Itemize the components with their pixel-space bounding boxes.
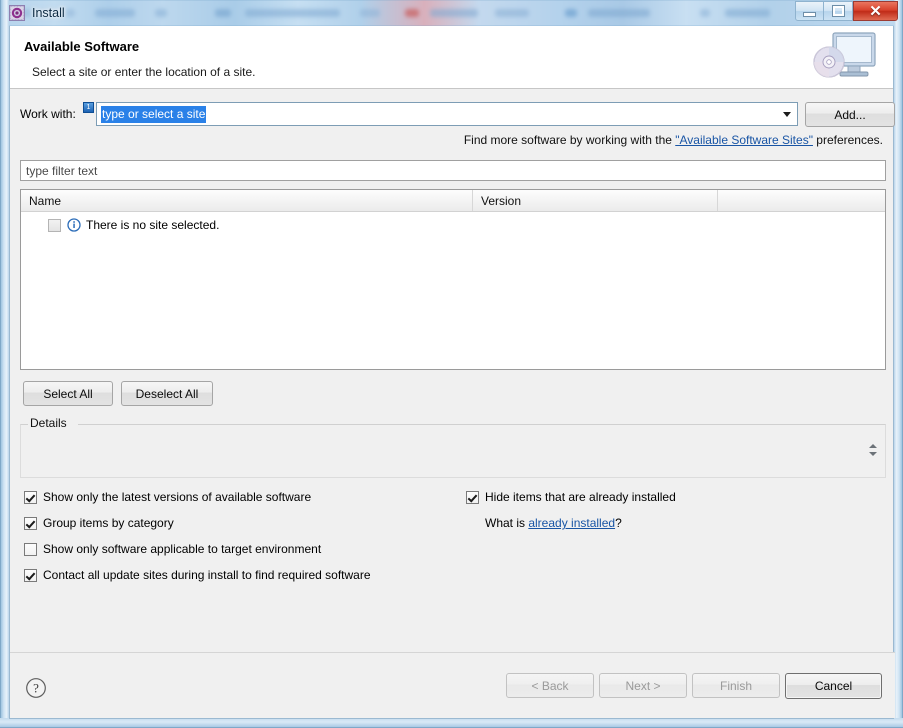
close-icon: ✕: [869, 2, 882, 20]
dialog-client-area: Available Software Select a site or ente…: [9, 26, 895, 719]
window-title: Install: [32, 6, 65, 20]
finish-button: Finish: [692, 673, 780, 698]
checkbox-contact-all-sites[interactable]: [24, 569, 37, 582]
back-button: < Back: [506, 673, 594, 698]
cancel-button[interactable]: Cancel: [785, 673, 882, 699]
next-button: Next >: [599, 673, 687, 698]
find-more-software-text: Find more software by working with the "…: [464, 133, 883, 147]
minimize-icon: [803, 11, 816, 17]
wizard-body: Work with: 1 type or select a site Add..…: [10, 89, 895, 718]
spinner-up-icon[interactable]: [868, 444, 877, 448]
svg-text:?: ?: [33, 681, 39, 696]
option-target-environment[interactable]: Show only software applicable to target …: [24, 542, 321, 556]
whatis-prefix: What is: [485, 516, 529, 530]
table-header: Name Version: [21, 190, 885, 212]
column-header-extra[interactable]: [718, 190, 885, 211]
table-row[interactable]: There is no site selected.: [21, 215, 885, 235]
window-controls: ✕: [795, 1, 898, 22]
details-group: Details: [20, 416, 886, 478]
details-label: Details: [30, 416, 72, 430]
option-show-latest-versions[interactable]: Show only the latest versions of availab…: [24, 490, 311, 504]
filter-placeholder: type filter text: [26, 163, 98, 178]
available-software-sites-link[interactable]: "Available Software Sites": [675, 133, 813, 147]
info-icon: [67, 218, 81, 232]
option-label: Group items by category: [43, 516, 174, 530]
option-label: Contact all update sites during install …: [43, 568, 371, 582]
details-group-border: [20, 424, 886, 478]
option-label: Show only the latest versions of availab…: [43, 490, 312, 504]
checkbox-hide-installed[interactable]: [466, 491, 479, 504]
add-site-button[interactable]: Add...: [805, 102, 895, 127]
available-software-table[interactable]: Name Version There is no site selected.: [20, 189, 886, 370]
help-icon[interactable]: ?: [25, 677, 47, 699]
option-label: Hide items that are already installed: [485, 490, 676, 504]
option-contact-all-sites[interactable]: Contact all update sites during install …: [24, 568, 371, 582]
find-more-prefix: Find more software by working with the: [463, 133, 676, 147]
checkbox-show-latest-versions[interactable]: [24, 491, 37, 504]
work-with-value: type or select a site: [101, 105, 207, 123]
chevron-down-icon[interactable]: [783, 112, 791, 117]
maximize-button[interactable]: [824, 1, 853, 21]
column-header-version[interactable]: Version: [473, 190, 718, 211]
whatis-suffix: ?: [615, 516, 622, 530]
checkbox-target-environment[interactable]: [24, 543, 37, 556]
work-with-label: Work with:: [20, 107, 76, 121]
select-all-button[interactable]: Select All: [23, 381, 113, 406]
maximize-icon: [831, 5, 845, 17]
dialog-button-bar: ? < Back Next > Finish Cancel: [10, 652, 895, 718]
close-button[interactable]: ✕: [853, 1, 898, 21]
page-subtitle: Select a site or enter the location of a…: [32, 65, 256, 79]
option-group-by-category[interactable]: Group items by category: [24, 516, 174, 530]
checkbox-group-by-category[interactable]: [24, 517, 37, 530]
minimize-button[interactable]: [795, 1, 824, 21]
deselect-all-button[interactable]: Deselect All: [121, 381, 213, 406]
window-frame-bottom: [0, 718, 903, 728]
window-frame-right: [894, 0, 903, 728]
install-dialog-window: Install ✕ Available Software Select a si…: [0, 0, 903, 728]
page-title: Available Software: [24, 39, 140, 54]
option-hide-installed[interactable]: Hide items that are already installed: [466, 490, 676, 504]
row-label: There is no site selected.: [86, 218, 220, 232]
work-with-row: Work with: 1 type or select a site Add..…: [10, 102, 895, 128]
row-checkbox: [48, 218, 61, 232]
find-more-suffix: preferences.: [812, 133, 883, 147]
content-assist-badge: 1: [83, 102, 94, 113]
wizard-banner: Available Software Select a site or ente…: [10, 26, 893, 89]
title-bar[interactable]: Install ✕: [0, 0, 903, 26]
what-is-already-installed-text: What is already installed?: [485, 516, 622, 530]
already-installed-link[interactable]: already installed: [528, 516, 615, 530]
details-scroll-spinner[interactable]: [867, 444, 878, 463]
window-frame-left: [0, 0, 9, 728]
work-with-combo[interactable]: type or select a site: [96, 102, 798, 126]
table-body: There is no site selected.: [21, 215, 885, 373]
column-header-name[interactable]: Name: [21, 190, 473, 211]
computer-disc-icon: [807, 28, 879, 86]
filter-input[interactable]: type filter text: [20, 160, 886, 181]
spinner-down-icon[interactable]: [868, 452, 877, 456]
option-label: Show only software applicable to target …: [43, 542, 322, 556]
eclipse-install-icon: [9, 5, 25, 21]
